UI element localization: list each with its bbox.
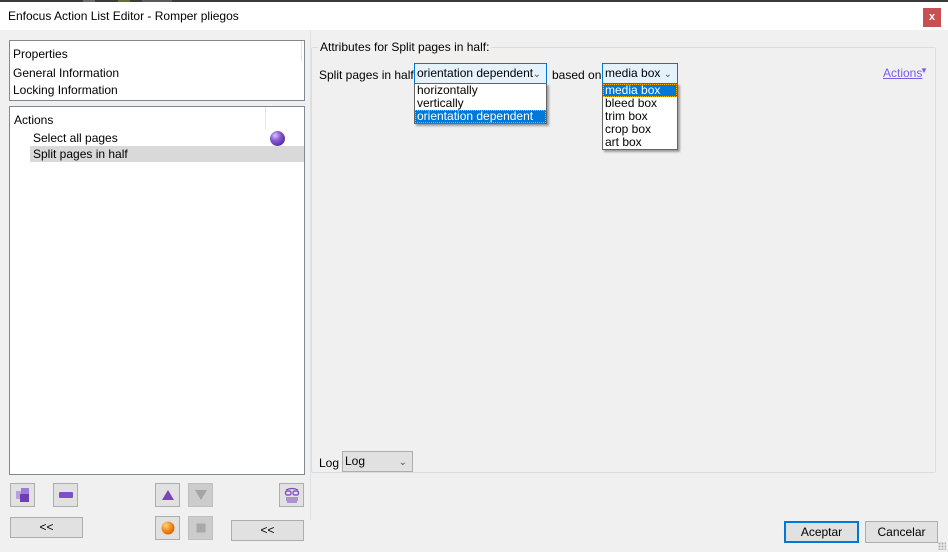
title-bar: Enfocus Action List Editor - Romper plie… [0, 2, 948, 30]
move-down-icon [194, 490, 207, 500]
preview-button[interactable] [279, 483, 304, 507]
column-separator [301, 41, 302, 61]
close-button[interactable]: x [923, 8, 941, 27]
split-mode-dropdown: horizontally vertically orientation depe… [414, 83, 547, 124]
remove-action-icon [58, 492, 73, 498]
split-mode-combo[interactable]: orientation dependent ⌄ [414, 63, 547, 84]
collapse-left-button[interactable]: << [10, 517, 83, 538]
record-button[interactable] [155, 516, 180, 540]
add-action-icon [15, 488, 29, 502]
split-label: Split pages in half: [319, 68, 418, 82]
box-dropdown: media box bleed box trim box crop box ar… [602, 83, 678, 150]
action-item-label: Split pages in half [33, 147, 128, 161]
box-value: media box [605, 66, 661, 80]
attributes-group-title: Attributes for Split pages in half: [318, 40, 492, 54]
stop-icon [196, 523, 205, 533]
remove-action-button[interactable] [53, 483, 78, 507]
resize-grip[interactable] [938, 542, 946, 550]
record-icon [161, 521, 174, 535]
properties-item-general-information[interactable]: General Information [13, 66, 119, 80]
cancel-button[interactable]: Cancelar [865, 521, 938, 543]
move-up-icon [161, 490, 174, 500]
purple-ball-icon [270, 131, 285, 146]
chevron-down-icon: ⌄ [532, 69, 541, 80]
chevron-down-icon: ⌄ [398, 457, 407, 468]
ok-button[interactable]: Aceptar [784, 521, 859, 543]
properties-panel: Properties General Information Locking I… [9, 40, 305, 101]
log-label: Log [319, 456, 340, 470]
move-down-button[interactable] [188, 483, 213, 507]
collapse-right-button[interactable]: << [231, 520, 304, 541]
move-up-button[interactable] [155, 483, 180, 507]
based-on-label: based on [552, 68, 602, 82]
window-title: Enfocus Action List Editor - Romper plie… [8, 9, 239, 23]
column-separator [265, 107, 266, 129]
add-action-button[interactable] [10, 483, 35, 507]
actions-panel: Actions Select all pages Split pages in … [9, 106, 305, 475]
properties-item-locking-information[interactable]: Locking Information [13, 83, 118, 97]
actions-menu-link[interactable]: Actions [883, 66, 922, 80]
glasses-icon [284, 487, 299, 503]
split-mode-value: orientation dependent [417, 66, 534, 80]
log-combo[interactable]: Log ⌄ [342, 451, 413, 472]
box-combo[interactable]: media box ⌄ [602, 63, 678, 84]
action-item-split-pages-in-half[interactable]: Split pages in half [30, 146, 304, 162]
action-item-select-all-pages[interactable]: Select all pages [30, 130, 304, 146]
close-icon: x [928, 11, 936, 23]
action-item-label: Select all pages [33, 131, 118, 145]
log-value: Log [345, 454, 366, 468]
chevron-down-icon: ⌄ [663, 69, 672, 80]
caret-down-icon: ▼ [920, 66, 928, 75]
stop-button[interactable] [188, 516, 213, 540]
box-option-art-box[interactable]: art box [603, 136, 677, 149]
split-option-orientation-dependent[interactable]: orientation dependent [415, 110, 546, 123]
actions-header: Actions [14, 113, 54, 127]
properties-header: Properties [13, 47, 68, 61]
